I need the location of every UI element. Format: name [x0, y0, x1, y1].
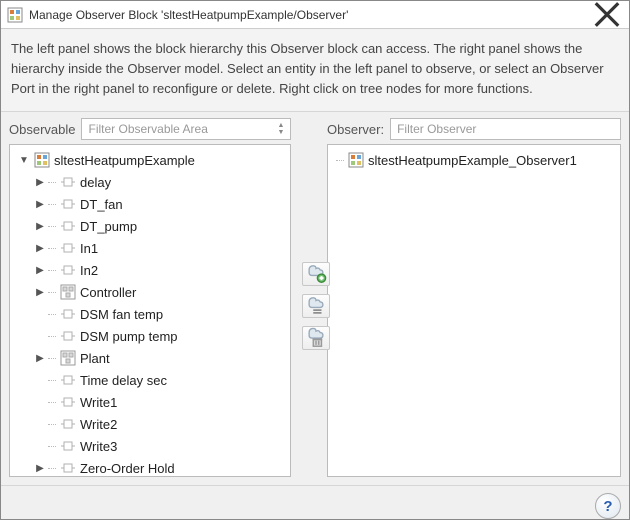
- block-icon: [60, 328, 76, 344]
- tree-item-label: Write1: [80, 395, 117, 410]
- subsystem-icon: [60, 284, 76, 300]
- tree-root-observer[interactable]: sltestHeatpumpExample_Observer1: [334, 149, 618, 171]
- chevron-down-icon[interactable]: ▼: [274, 129, 288, 136]
- tree-connector-icon: [48, 270, 56, 271]
- titlebar: Manage Observer Block 'sltestHeatpumpExa…: [1, 1, 629, 29]
- observable-spinner[interactable]: ▲ ▼: [274, 119, 288, 139]
- tree-item[interactable]: ▶ DT_pump: [32, 215, 288, 237]
- dialog-window: Manage Observer Block 'sltestHeatpumpExa…: [0, 0, 630, 520]
- observer-panel: Observer: sltestHeatpu: [327, 118, 621, 477]
- expand-icon[interactable]: ▶: [34, 220, 46, 232]
- observer-filter-input[interactable]: [391, 119, 620, 139]
- configure-observer-button[interactable]: [302, 294, 330, 318]
- subsystem-icon: [60, 350, 76, 366]
- window-title: Manage Observer Block 'sltestHeatpumpExa…: [29, 8, 591, 22]
- block-icon: [60, 218, 76, 234]
- tree-item[interactable]: ▶Write2: [32, 413, 288, 435]
- observable-panel: Observable ▲ ▼ ▼: [9, 118, 291, 477]
- tree-item-label: In2: [80, 263, 98, 278]
- tree-connector-icon: [48, 204, 56, 205]
- observable-filter-input[interactable]: [82, 119, 290, 139]
- add-observer-button[interactable]: [302, 262, 330, 286]
- expand-icon[interactable]: ▶: [34, 198, 46, 210]
- footer: ?: [1, 485, 629, 519]
- tree-item[interactable]: ▶ Controller: [32, 281, 288, 303]
- observable-filter-wrap: ▲ ▼: [81, 118, 291, 140]
- tree-item[interactable]: ▶DSM pump temp: [32, 325, 288, 347]
- app-icon: [7, 7, 23, 23]
- tree-item[interactable]: ▶ DT_fan: [32, 193, 288, 215]
- transfer-buttons: [301, 112, 331, 485]
- block-icon: [60, 460, 76, 476]
- tree-item[interactable]: ▶ In2: [32, 259, 288, 281]
- description-text: The left panel shows the block hierarchy…: [1, 29, 629, 112]
- model-icon: [348, 152, 364, 168]
- expand-icon[interactable]: ▶: [34, 176, 46, 188]
- tree-item-label: Controller: [80, 285, 136, 300]
- observer-filter-wrap: [390, 118, 621, 140]
- expand-icon[interactable]: ▶: [34, 264, 46, 276]
- tree-connector-icon: [48, 314, 56, 315]
- tree-item-label: DT_pump: [80, 219, 137, 234]
- close-button[interactable]: [591, 1, 623, 28]
- tree-connector-icon: [48, 336, 56, 337]
- tree-item[interactable]: ▶ delay: [32, 171, 288, 193]
- expand-icon[interactable]: ▶: [34, 286, 46, 298]
- tree-item[interactable]: ▶ In1: [32, 237, 288, 259]
- tree-connector-icon: [48, 446, 56, 447]
- tree-item-label: Time delay sec: [80, 373, 167, 388]
- tree-connector-icon: [48, 226, 56, 227]
- block-icon: [60, 174, 76, 190]
- tree-item-label: Write3: [80, 439, 117, 454]
- tree-item[interactable]: ▶Time delay sec: [32, 369, 288, 391]
- tree-root-observable[interactable]: ▼ sltestHeatpumpExample: [16, 149, 288, 171]
- tree-item-label: Write2: [80, 417, 117, 432]
- help-button[interactable]: ?: [595, 493, 621, 519]
- observer-tree[interactable]: sltestHeatpumpExample_Observer1: [327, 144, 621, 477]
- tree-connector-icon: [48, 292, 56, 293]
- tree-connector-icon: [48, 358, 56, 359]
- tree-item-label: Plant: [80, 351, 110, 366]
- observer-root-label: sltestHeatpumpExample_Observer1: [368, 153, 577, 168]
- tree-item-label: Zero-Order Hold: [80, 461, 175, 476]
- block-icon: [60, 438, 76, 454]
- tree-item[interactable]: ▶Write3: [32, 435, 288, 457]
- block-icon: [60, 262, 76, 278]
- observable-label: Observable: [9, 122, 75, 137]
- tree-item-label: DT_fan: [80, 197, 123, 212]
- tree-item[interactable]: ▶ Plant: [32, 347, 288, 369]
- delete-observer-button[interactable]: [302, 326, 330, 350]
- expand-icon[interactable]: ▶: [34, 352, 46, 364]
- tree-connector-icon: [48, 182, 56, 183]
- model-icon: [34, 152, 50, 168]
- observer-label: Observer:: [327, 122, 384, 137]
- block-icon: [60, 306, 76, 322]
- chevron-up-icon[interactable]: ▲: [274, 122, 288, 129]
- block-icon: [60, 240, 76, 256]
- expand-icon[interactable]: ▶: [34, 242, 46, 254]
- collapse-icon[interactable]: ▼: [18, 154, 30, 166]
- tree-root-label: sltestHeatpumpExample: [54, 153, 195, 168]
- tree-item-label: In1: [80, 241, 98, 256]
- tree-connector-icon: [48, 402, 56, 403]
- tree-connector-icon: [48, 248, 56, 249]
- block-icon: [60, 416, 76, 432]
- tree-item[interactable]: ▶DSM fan temp: [32, 303, 288, 325]
- tree-item[interactable]: ▶ Zero-Order Hold: [32, 457, 288, 477]
- tree-item-label: delay: [80, 175, 111, 190]
- tree-connector-icon: [336, 160, 344, 161]
- tree-item[interactable]: ▶Write1: [32, 391, 288, 413]
- tree-item-label: DSM pump temp: [80, 329, 178, 344]
- observable-tree[interactable]: ▼ sltestHeatpumpExample ▶ delay ▶ DT_fan ▶ DT…: [9, 144, 291, 477]
- tree-connector-icon: [48, 380, 56, 381]
- tree-item-label: DSM fan temp: [80, 307, 163, 322]
- tree-connector-icon: [48, 424, 56, 425]
- block-icon: [60, 394, 76, 410]
- tree-connector-icon: [48, 468, 56, 469]
- block-icon: [60, 372, 76, 388]
- block-icon: [60, 196, 76, 212]
- expand-icon[interactable]: ▶: [34, 462, 46, 474]
- help-icon: ?: [603, 498, 612, 515]
